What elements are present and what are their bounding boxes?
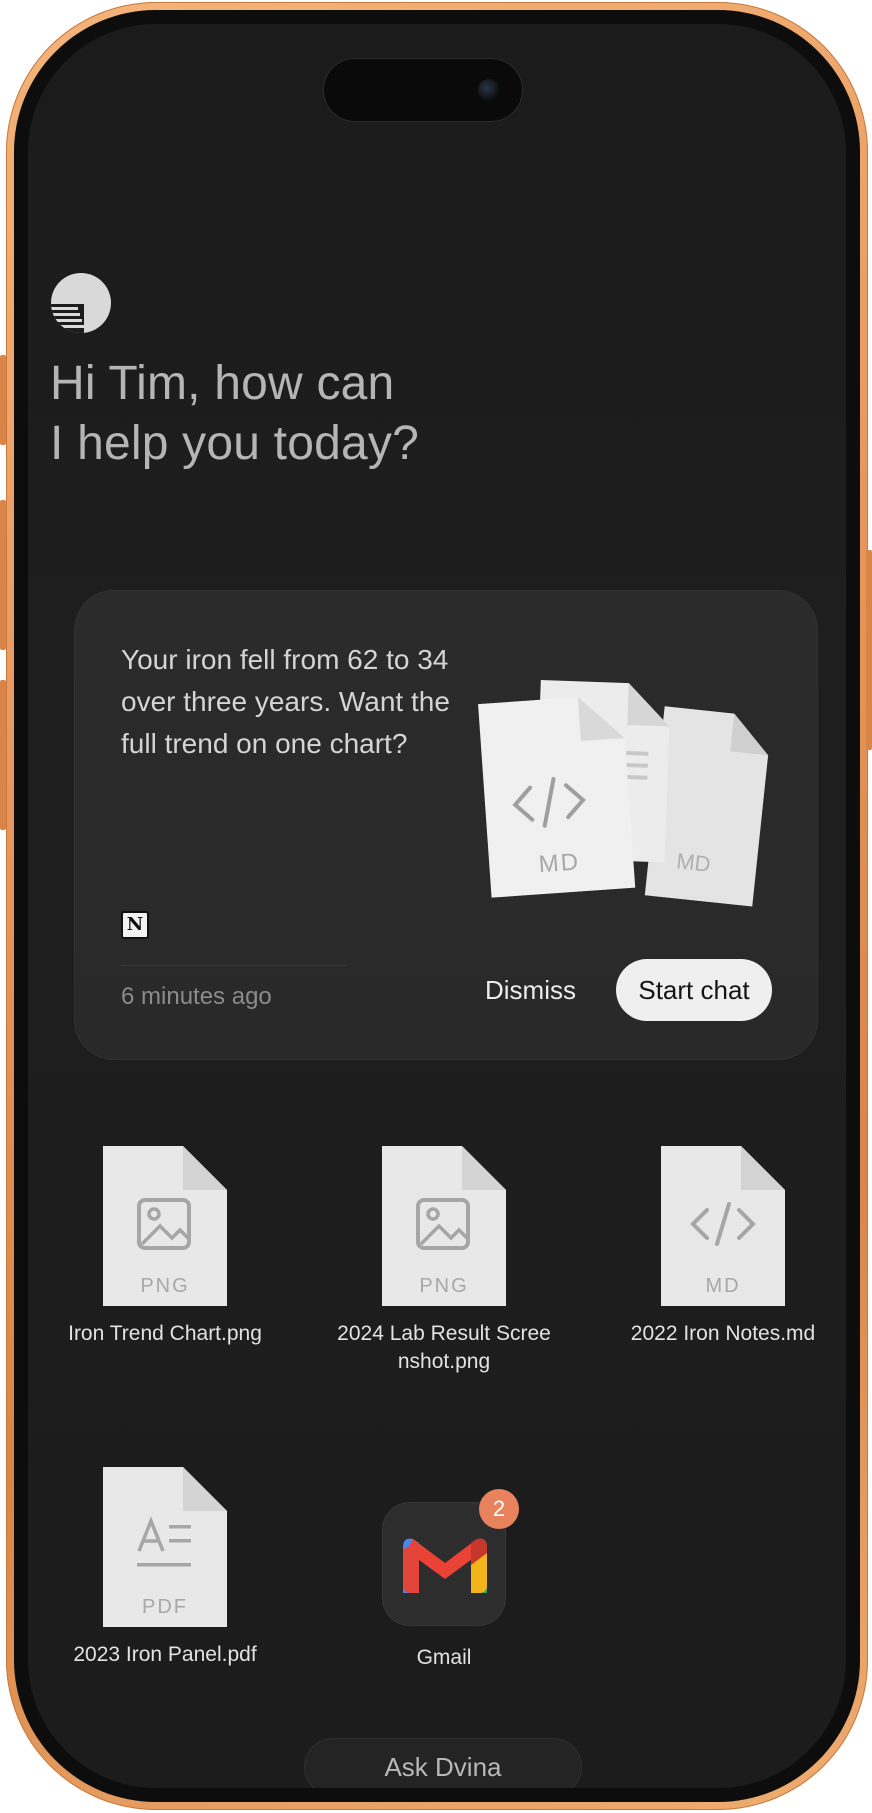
file-name: Iron Trend Chart.png bbox=[68, 1322, 262, 1345]
phone-screen: Hi Tim, how can I help you today? Your i… bbox=[28, 24, 846, 1788]
files-illustration: MD MD bbox=[478, 679, 769, 907]
suggestion-message: Your iron fell from 62 to 34 over three … bbox=[121, 644, 450, 759]
power-button bbox=[866, 550, 872, 750]
start-chat-button[interactable]: Start chat bbox=[616, 959, 772, 1021]
notification-badge: 2 bbox=[479, 1489, 519, 1529]
file-tile[interactable]: PNG 2024 Lab Result Screenshot.png bbox=[324, 1146, 564, 1376]
dynamic-island bbox=[323, 58, 523, 122]
file-type-label: PDF bbox=[142, 1596, 188, 1618]
file-name: 2022 Iron Notes.md bbox=[630, 1322, 816, 1345]
image-file-icon: PNG bbox=[103, 1146, 227, 1306]
greeting-heading: Hi Tim, how can I help you today? bbox=[50, 354, 550, 474]
gmail-tile[interactable]: 2 bbox=[382, 1489, 519, 1626]
suggestion-timestamp: 6 minutes ago bbox=[121, 983, 272, 1010]
card-divider bbox=[121, 965, 347, 966]
phone-bezel: Hi Tim, how can I help you today? Your i… bbox=[14, 10, 860, 1802]
file-type-label: PNG bbox=[419, 1275, 468, 1297]
phone-frame: Hi Tim, how can I help you today? Your i… bbox=[6, 2, 868, 1810]
code-file-icon: MD bbox=[661, 1146, 785, 1306]
action-button bbox=[0, 355, 6, 445]
dismiss-button[interactable]: Dismiss bbox=[485, 975, 576, 1006]
volume-up-button bbox=[0, 500, 6, 650]
ask-dvina-button[interactable]: Ask Dvina bbox=[304, 1738, 582, 1788]
file-tile[interactable]: MD 2022 Iron Notes.md bbox=[603, 1146, 843, 1348]
file-type-label: PNG bbox=[140, 1275, 189, 1297]
notion-icon: N bbox=[121, 911, 149, 939]
file-tile[interactable]: PDF 2023 Iron Panel.pdf bbox=[45, 1467, 285, 1669]
text-file-icon: PDF bbox=[103, 1467, 227, 1627]
file-name: 2023 Iron Panel.pdf bbox=[73, 1643, 257, 1666]
suggestion-card[interactable]: Your iron fell from 62 to 34 over three … bbox=[74, 590, 818, 1060]
front-file-type-label: MD bbox=[538, 848, 581, 878]
file-name: 2024 Lab Result Screenshot.png bbox=[337, 1322, 551, 1373]
image-file-icon: PNG bbox=[382, 1146, 506, 1306]
back-file-type-label: MD bbox=[675, 848, 712, 876]
file-type-label: MD bbox=[705, 1275, 740, 1297]
camera-icon bbox=[478, 79, 500, 101]
greeting-line-1: Hi Tim, how can bbox=[50, 357, 395, 410]
file-tile[interactable]: PNG Iron Trend Chart.png bbox=[45, 1146, 285, 1348]
gmail-app[interactable]: 2 Gmail bbox=[324, 1489, 564, 1672]
volume-down-button bbox=[0, 680, 6, 830]
app-logo-icon bbox=[51, 273, 111, 333]
greeting-line-2: I help you today? bbox=[50, 417, 420, 470]
app-name: Gmail bbox=[416, 1646, 472, 1669]
